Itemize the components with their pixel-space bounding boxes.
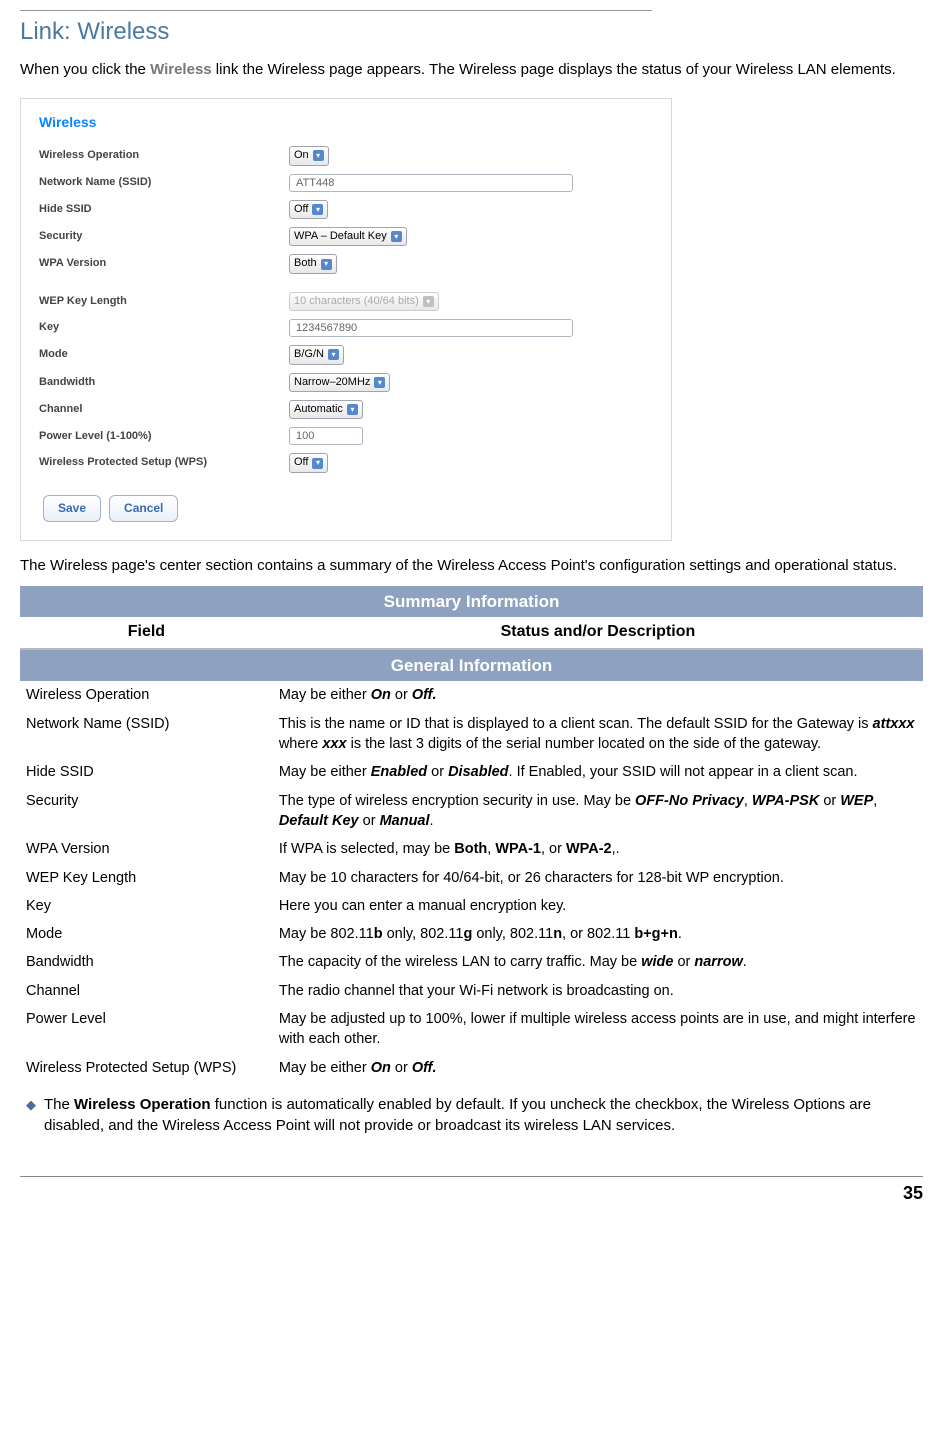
col-field: Field <box>20 617 273 648</box>
cell-desc: If WPA is selected, may be Both, WPA-1, … <box>273 835 923 863</box>
cell-field: WPA Version <box>20 835 273 863</box>
cell-desc: May be either On or Off. <box>273 1054 923 1082</box>
save-button[interactable]: Save <box>43 495 101 522</box>
intro-post: link the Wireless page appears. The Wire… <box>212 61 896 78</box>
label-ssid: Network Name (SSID) <box>39 175 289 190</box>
footnote-text: The Wireless Operation function is autom… <box>44 1094 923 1136</box>
chevron-icon: ▾ <box>312 204 323 215</box>
chevron-icon: ▾ <box>374 377 385 388</box>
cell-field: Bandwidth <box>20 948 273 976</box>
page-number: 35 <box>903 1183 923 1203</box>
label-bw: Bandwidth <box>39 375 289 390</box>
intro-paragraph: When you click the Wireless link the Wir… <box>20 59 923 80</box>
select-chan[interactable]: Automatic▾ <box>289 400 363 419</box>
summary-table: Summary Information Field Status and/or … <box>20 586 923 1082</box>
cell-desc: The radio channel that your Wi-Fi networ… <box>273 977 923 1005</box>
table-row: Hide SSIDMay be either Enabled or Disabl… <box>20 758 923 786</box>
table-row: BandwidthThe capacity of the wireless LA… <box>20 948 923 976</box>
footnote: ◆ The Wireless Operation function is aut… <box>26 1094 923 1136</box>
cell-desc: Here you can enter a manual encryption k… <box>273 892 923 920</box>
chevron-icon: ▾ <box>313 150 324 161</box>
chevron-icon: ▾ <box>321 259 332 270</box>
label-chan: Channel <box>39 402 289 417</box>
table-row: ModeMay be 802.11b only, 802.11g only, 8… <box>20 920 923 948</box>
page-footer: 35 <box>20 1176 923 1206</box>
chevron-icon: ▾ <box>347 404 358 415</box>
cell-field: Hide SSID <box>20 758 273 786</box>
cell-field: Mode <box>20 920 273 948</box>
cell-desc: May be adjusted up to 100%, lower if mul… <box>273 1005 923 1054</box>
page-title: Link: Wireless <box>20 15 923 49</box>
chevron-icon: ▾ <box>328 349 339 360</box>
cell-desc: May be 10 characters for 40/64-bit, or 2… <box>273 864 923 892</box>
cell-field: Security <box>20 787 273 836</box>
label-wep: WEP Key Length <box>39 294 289 309</box>
cell-desc: May be 802.11b only, 802.11g only, 802.1… <box>273 920 923 948</box>
cell-field: Wireless Operation <box>20 681 273 709</box>
select-op[interactable]: On▾ <box>289 146 329 165</box>
input-key[interactable] <box>289 319 573 337</box>
cell-desc: The type of wireless encryption security… <box>273 787 923 836</box>
label-op: Wireless Operation <box>39 148 289 163</box>
select-mode[interactable]: B/G/N▾ <box>289 345 344 364</box>
select-wpa[interactable]: Both▾ <box>289 254 337 273</box>
cell-desc: May be either Enabled or Disabled. If En… <box>273 758 923 786</box>
section-header: General Information <box>20 649 923 682</box>
select-bw[interactable]: Narrow–20MHz▾ <box>289 373 390 392</box>
table-row: Wireless Protected Setup (WPS)May be eit… <box>20 1054 923 1082</box>
chevron-icon: ▾ <box>312 458 323 469</box>
select-sec[interactable]: WPA – Default Key▾ <box>289 227 407 246</box>
cell-desc: The capacity of the wireless LAN to carr… <box>273 948 923 976</box>
select-hide[interactable]: Off▾ <box>289 200 328 219</box>
select-wps[interactable]: Off▾ <box>289 453 328 472</box>
table-row: WEP Key LengthMay be 10 characters for 4… <box>20 864 923 892</box>
cell-field: Channel <box>20 977 273 1005</box>
table-title: Summary Information <box>20 586 923 618</box>
cell-field: WEP Key Length <box>20 864 273 892</box>
input-ssid[interactable] <box>289 174 573 192</box>
cell-desc: May be either On or Off. <box>273 681 923 709</box>
table-row: Wireless OperationMay be either On or Of… <box>20 681 923 709</box>
label-sec: Security <box>39 229 289 244</box>
label-key: Key <box>39 320 289 335</box>
table-row: ChannelThe radio channel that your Wi-Fi… <box>20 977 923 1005</box>
label-mode: Mode <box>39 347 289 362</box>
input-pow[interactable] <box>289 427 363 445</box>
cell-field: Wireless Protected Setup (WPS) <box>20 1054 273 1082</box>
panel-heading: Wireless <box>21 113 671 143</box>
wireless-panel: Wireless Wireless Operation On▾ Network … <box>20 98 672 541</box>
intro-pre: When you click the <box>20 61 150 78</box>
cell-field: Network Name (SSID) <box>20 710 273 759</box>
label-wps: Wireless Protected Setup (WPS) <box>39 455 289 470</box>
table-row: WPA VersionIf WPA is selected, may be Bo… <box>20 835 923 863</box>
cancel-button[interactable]: Cancel <box>109 495 178 522</box>
col-desc: Status and/or Description <box>273 617 923 648</box>
chevron-icon: ▾ <box>391 231 402 242</box>
cell-desc: This is the name or ID that is displayed… <box>273 710 923 759</box>
chevron-icon: ▾ <box>423 296 434 307</box>
intro-bold: Wireless <box>150 61 212 78</box>
label-pow: Power Level (1-100%) <box>39 429 289 444</box>
table-row: Network Name (SSID)This is the name or I… <box>20 710 923 759</box>
mid-paragraph: The Wireless page's center section conta… <box>20 555 923 576</box>
label-wpa: WPA Version <box>39 256 289 271</box>
label-hide: Hide SSID <box>39 202 289 217</box>
diamond-icon: ◆ <box>26 1096 36 1136</box>
table-row: Power LevelMay be adjusted up to 100%, l… <box>20 1005 923 1054</box>
cell-field: Power Level <box>20 1005 273 1054</box>
top-rule <box>20 10 652 11</box>
select-wep: 10 characters (40/64 bits)▾ <box>289 292 439 311</box>
cell-field: Key <box>20 892 273 920</box>
table-row: KeyHere you can enter a manual encryptio… <box>20 892 923 920</box>
table-row: SecurityThe type of wireless encryption … <box>20 787 923 836</box>
